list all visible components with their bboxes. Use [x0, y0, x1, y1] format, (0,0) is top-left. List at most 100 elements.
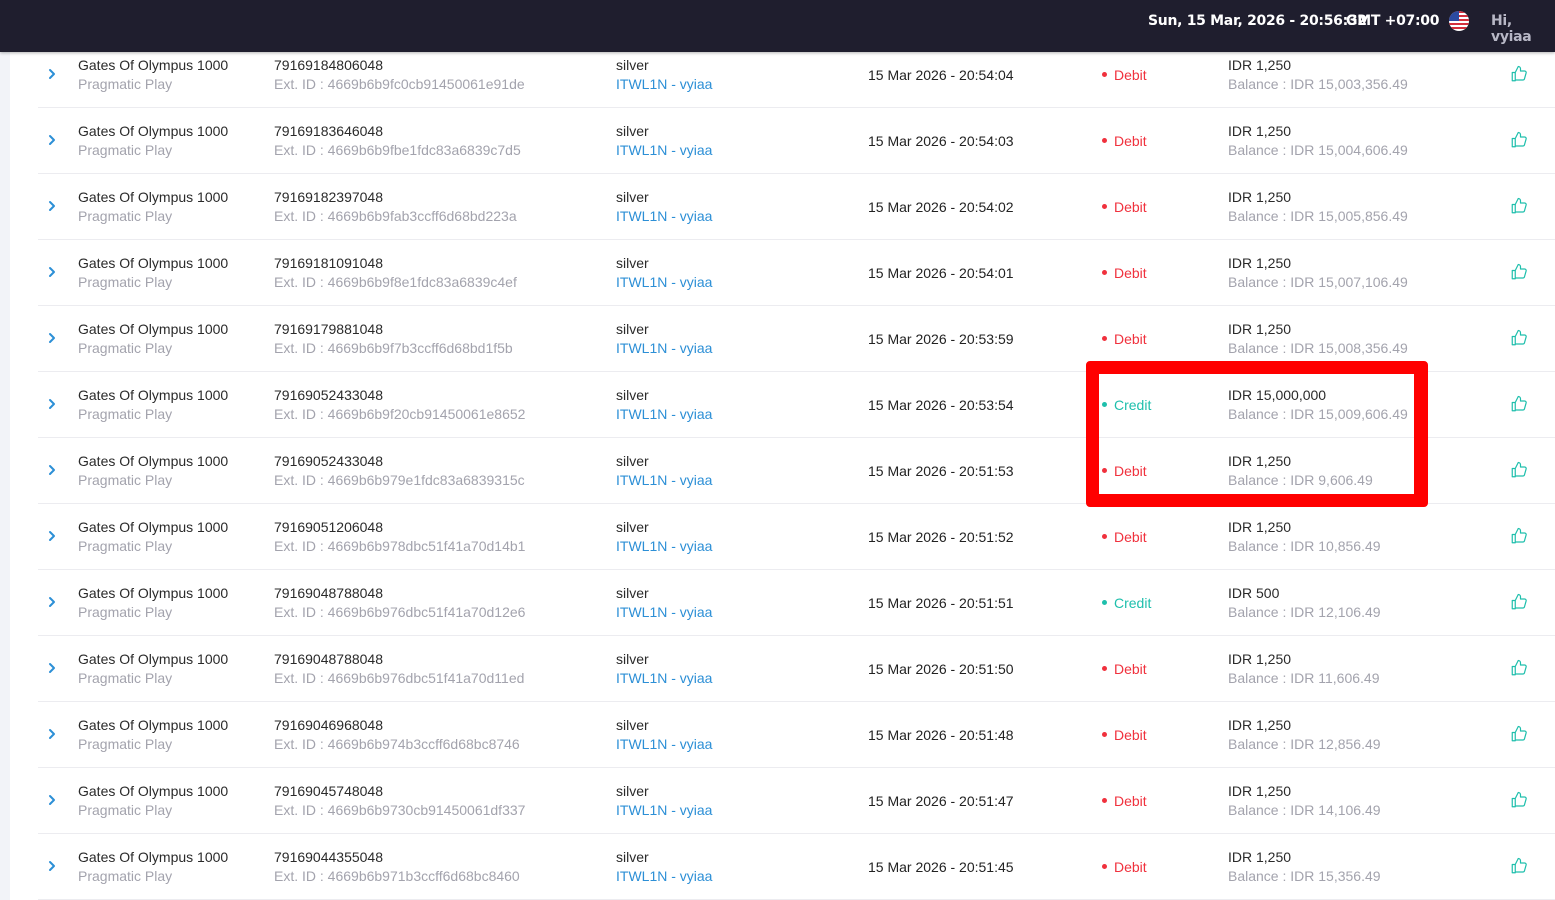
player-account-link[interactable]: ITWL1N - vyiaa [616, 735, 712, 754]
transaction-type-badge: Debit [1102, 462, 1147, 481]
table-row: Gates Of Olympus 1000 Pragmatic Play 791… [38, 570, 1555, 636]
player-tier: silver [616, 849, 649, 865]
chevron-right-icon[interactable] [46, 727, 58, 739]
transaction-cell: 79169183646048 Ext. ID : 4669b6b9fbe1fdc… [274, 122, 521, 160]
transaction-time: 15 Mar 2026 - 20:54:01 [868, 265, 1014, 281]
transaction-time: 15 Mar 2026 - 20:53:54 [868, 397, 1014, 413]
thumbs-up-icon[interactable] [1510, 131, 1528, 149]
thumbs-up-icon[interactable] [1510, 791, 1528, 809]
balance-after: Balance : IDR 15,356.49 [1228, 868, 1381, 884]
thumbs-up-icon[interactable] [1510, 197, 1528, 215]
sidebar-edge [0, 52, 10, 900]
chevron-right-icon[interactable] [46, 859, 58, 871]
game-name: Gates Of Olympus 1000 [78, 717, 229, 733]
thumbs-up-icon[interactable] [1510, 725, 1528, 743]
table-row: Gates Of Olympus 1000 Pragmatic Play 791… [38, 108, 1555, 174]
game-provider: Pragmatic Play [78, 406, 173, 422]
table-row: Gates Of Olympus 1000 Pragmatic Play 791… [38, 834, 1555, 900]
player-account-link[interactable]: ITWL1N - vyiaa [616, 603, 712, 622]
status-dot-icon [1102, 731, 1107, 737]
player-account-link[interactable]: ITWL1N - vyiaa [616, 75, 712, 94]
transaction-amount: IDR 15,000,000 [1228, 387, 1327, 403]
game-name: Gates Of Olympus 1000 [78, 57, 229, 73]
amount-cell: IDR 1,250 Balance : IDR 11,606.49 [1228, 650, 1380, 688]
thumbs-up-icon[interactable] [1510, 527, 1528, 545]
chevron-right-icon[interactable] [46, 463, 58, 475]
chevron-right-icon[interactable] [46, 199, 58, 211]
chevron-right-icon[interactable] [46, 529, 58, 541]
amount-cell: IDR 1,250 Balance : IDR 10,856.49 [1228, 518, 1381, 556]
transaction-amount: IDR 1,250 [1228, 519, 1292, 535]
player-account-link[interactable]: ITWL1N - vyiaa [616, 405, 712, 424]
player-cell: silver ITWL1N - vyiaa [616, 782, 712, 820]
player-account-link[interactable]: ITWL1N - vyiaa [616, 207, 712, 226]
us-flag-icon[interactable] [1449, 11, 1469, 31]
chevron-right-icon[interactable] [46, 133, 58, 145]
balance-after: Balance : IDR 15,004,606.49 [1228, 142, 1408, 158]
thumbs-up-icon[interactable] [1510, 395, 1528, 413]
transaction-amount: IDR 1,250 [1228, 123, 1292, 139]
thumbs-up-icon[interactable] [1510, 263, 1528, 281]
transaction-time: 15 Mar 2026 - 20:53:59 [868, 331, 1014, 347]
transaction-type-badge: Debit [1102, 660, 1147, 679]
table-row: Gates Of Olympus 1000 Pragmatic Play 791… [38, 306, 1555, 372]
chevron-right-icon[interactable] [46, 661, 58, 673]
transaction-amount: IDR 1,250 [1228, 321, 1292, 337]
player-account-link[interactable]: ITWL1N - vyiaa [616, 867, 712, 886]
player-cell: silver ITWL1N - vyiaa [616, 188, 712, 226]
balance-after: Balance : IDR 15,007,106.49 [1228, 274, 1408, 290]
user-greeting[interactable]: Hi, vyiaa [1491, 13, 1555, 45]
external-id: Ext. ID : 4669b6b9730cb91450061df337 [274, 802, 526, 818]
balance-after: Balance : IDR 11,606.49 [1228, 670, 1380, 686]
player-account-link[interactable]: ITWL1N - vyiaa [616, 339, 712, 358]
thumbs-up-icon[interactable] [1510, 329, 1528, 347]
external-id: Ext. ID : 4669b6b9f7b3ccff6d68bd1f5b [274, 340, 513, 356]
player-account-link[interactable]: ITWL1N - vyiaa [616, 801, 712, 820]
transaction-amount: IDR 500 [1228, 585, 1280, 601]
status-dot-icon [1102, 137, 1107, 143]
transaction-time: 15 Mar 2026 - 20:51:52 [868, 529, 1014, 545]
chevron-right-icon[interactable] [46, 265, 58, 277]
chevron-right-icon[interactable] [46, 793, 58, 805]
game-provider: Pragmatic Play [78, 604, 173, 620]
transaction-type-label: Debit [1114, 265, 1147, 281]
transaction-id: 79169048788048 [274, 651, 384, 667]
player-account-link[interactable]: ITWL1N - vyiaa [616, 669, 712, 688]
player-cell: silver ITWL1N - vyiaa [616, 320, 712, 358]
player-account-link[interactable]: ITWL1N - vyiaa [616, 141, 712, 160]
game-name: Gates Of Olympus 1000 [78, 585, 229, 601]
status-dot-icon [1102, 71, 1107, 77]
game-cell: Gates Of Olympus 1000 Pragmatic Play [78, 122, 228, 160]
player-account-link[interactable]: ITWL1N - vyiaa [616, 471, 712, 490]
thumbs-up-icon[interactable] [1510, 461, 1528, 479]
player-tier: silver [616, 255, 649, 271]
game-name: Gates Of Olympus 1000 [78, 849, 229, 865]
thumbs-up-icon[interactable] [1510, 65, 1528, 83]
transaction-type-label: Debit [1114, 67, 1147, 83]
player-cell: silver ITWL1N - vyiaa [616, 716, 712, 754]
chevron-right-icon[interactable] [46, 67, 58, 79]
thumbs-up-icon[interactable] [1510, 857, 1528, 875]
thumbs-up-icon[interactable] [1510, 593, 1528, 611]
transaction-time: 15 Mar 2026 - 20:54:04 [868, 67, 1014, 83]
game-name: Gates Of Olympus 1000 [78, 255, 229, 271]
thumbs-up-icon[interactable] [1510, 659, 1528, 677]
transaction-amount: IDR 1,250 [1228, 189, 1292, 205]
transaction-cell: 79169184806048 Ext. ID : 4669b6b9fc0cb91… [274, 56, 525, 94]
balance-after: Balance : IDR 12,856.49 [1228, 736, 1381, 752]
chevron-right-icon[interactable] [46, 331, 58, 343]
chevron-right-icon[interactable] [46, 397, 58, 409]
transaction-cell: 79169052433048 Ext. ID : 4669b6b979e1fdc… [274, 452, 525, 490]
game-provider: Pragmatic Play [78, 802, 173, 818]
balance-after: Balance : IDR 12,106.49 [1228, 604, 1381, 620]
player-account-link[interactable]: ITWL1N - vyiaa [616, 537, 712, 556]
chevron-right-icon[interactable] [46, 595, 58, 607]
player-tier: silver [616, 717, 649, 733]
table-row: Gates Of Olympus 1000 Pragmatic Play 791… [38, 636, 1555, 702]
transaction-cell: 79169182397048 Ext. ID : 4669b6b9fab3ccf… [274, 188, 517, 226]
transaction-time: 15 Mar 2026 - 20:51:53 [868, 463, 1014, 479]
player-tier: silver [616, 321, 649, 337]
transaction-id: 79169044355048 [274, 849, 384, 865]
player-account-link[interactable]: ITWL1N - vyiaa [616, 273, 712, 292]
status-dot-icon [1102, 401, 1107, 407]
